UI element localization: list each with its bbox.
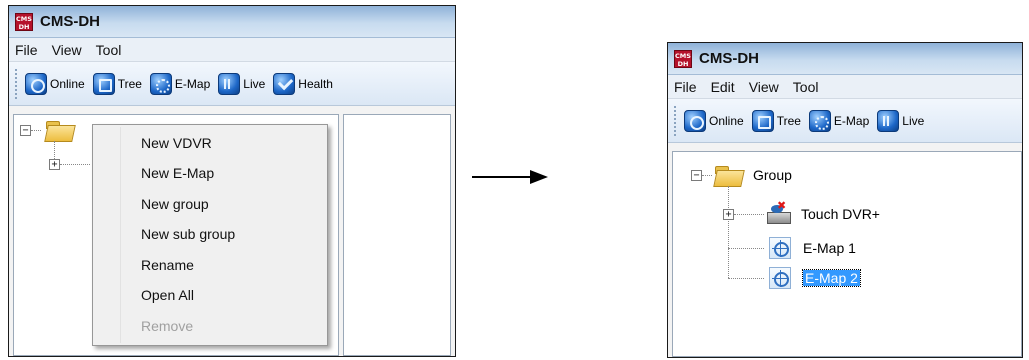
live-label: Live <box>902 113 925 128</box>
health-icon <box>273 72 296 95</box>
tree-line <box>734 214 764 215</box>
menu-item-new-group[interactable]: New group <box>141 196 209 212</box>
menu-view[interactable]: View <box>749 79 779 95</box>
tree-line <box>60 164 90 165</box>
menu-edit[interactable]: Edit <box>711 79 735 95</box>
tree-line <box>54 141 55 161</box>
tree-icon <box>92 72 115 95</box>
menu-file[interactable]: File <box>674 79 697 95</box>
online-icon <box>25 72 47 95</box>
emap-label: E-Map <box>174 76 211 91</box>
menu-file[interactable]: File <box>15 42 38 58</box>
menu-tool[interactable]: Tool <box>793 79 819 95</box>
collapse-toggle-root[interactable]: − <box>20 125 31 136</box>
emap-button[interactable]: E-Map <box>808 109 870 132</box>
tree-node-emap-2[interactable]: E-Map 2 <box>802 269 861 287</box>
collapse-toggle-root[interactable]: − <box>691 170 702 181</box>
arrow-shaft <box>472 176 534 178</box>
emap-label: E-Map <box>833 113 870 128</box>
tree-line <box>702 175 712 176</box>
app-title: CMS-DH <box>699 50 759 67</box>
title-bar: CMS DH CMS-DH <box>9 6 455 38</box>
menu-view[interactable]: View <box>52 42 82 58</box>
emap-icon <box>808 109 831 132</box>
emap-button[interactable]: E-Map <box>149 72 211 95</box>
emap-icon[interactable] <box>769 267 791 289</box>
live-icon <box>218 72 241 95</box>
expand-toggle-child[interactable]: + <box>49 159 60 170</box>
content-area: − Group + ✖ Touch DVR+ E-Map 1 E-Map 2 <box>668 147 1022 357</box>
app-logo-icon: CMS DH <box>674 49 692 68</box>
tree-line <box>728 278 764 279</box>
online-button[interactable]: Online <box>684 109 744 132</box>
arrow-right-icon <box>530 170 548 184</box>
folder-icon[interactable] <box>715 164 743 186</box>
app-title: CMS-DH <box>40 13 100 30</box>
tree-line <box>728 248 764 249</box>
menu-item-open-all[interactable]: Open All <box>141 287 194 303</box>
tree-node-touch-dvr[interactable]: Touch DVR+ <box>801 206 880 222</box>
toolbar-grip[interactable] <box>15 68 19 99</box>
app-logo-icon: CMS DH <box>15 12 33 31</box>
live-button[interactable]: Live <box>218 72 266 95</box>
tree-button[interactable]: Tree <box>751 109 801 132</box>
toolbar: Online Tree E-Map Live <box>668 99 1022 143</box>
tree-line <box>31 130 41 131</box>
toolbar-grip[interactable] <box>674 105 678 136</box>
menu-item-new-sub-group[interactable]: New sub group <box>141 226 235 242</box>
menu-tool[interactable]: Tool <box>96 42 122 58</box>
title-bar: CMS DH CMS-DH <box>668 43 1022 75</box>
live-button[interactable]: Live <box>877 109 925 132</box>
context-menu: New VDVR New E-Map New group New sub gro… <box>92 124 328 346</box>
tree-icon <box>751 109 774 132</box>
menu-bar: File Edit View Tool <box>668 75 1022 99</box>
menu-item-rename[interactable]: Rename <box>141 257 194 273</box>
tree-label: Tree <box>117 76 142 91</box>
tree-line <box>728 186 729 278</box>
toolbar: Online Tree E-Map Live Health <box>9 62 455 106</box>
live-label: Live <box>243 76 266 91</box>
cms-window-after: CMS DH CMS-DH File Edit View Tool Online … <box>667 42 1023 358</box>
online-button[interactable]: Online <box>25 72 85 95</box>
dvr-icon[interactable]: ✖ <box>765 199 793 226</box>
emap-icon[interactable] <box>769 237 791 259</box>
menu-item-new-vdvr[interactable]: New VDVR <box>141 135 212 151</box>
emap-icon <box>149 72 172 95</box>
live-icon <box>877 109 900 132</box>
tree-node-emap-1[interactable]: E-Map 1 <box>803 240 856 256</box>
health-button[interactable]: Health <box>273 72 333 95</box>
device-tree-panel[interactable]: − Group + ✖ Touch DVR+ E-Map 1 E-Map 2 <box>672 151 1022 357</box>
menu-bar: File View Tool <box>9 38 455 62</box>
online-icon <box>684 109 706 132</box>
menu-item-remove: Remove <box>141 318 194 334</box>
view-panel <box>343 114 451 356</box>
tree-button[interactable]: Tree <box>92 72 142 95</box>
health-label: Health <box>298 76 333 91</box>
expand-toggle-dvr[interactable]: + <box>723 209 734 220</box>
tree-label: Tree <box>776 113 801 128</box>
tree-node-group[interactable]: Group <box>753 167 792 183</box>
online-label: Online <box>50 76 85 91</box>
online-label: Online <box>709 113 744 128</box>
folder-icon[interactable] <box>46 119 74 141</box>
menu-item-new-emap[interactable]: New E-Map <box>141 165 214 181</box>
